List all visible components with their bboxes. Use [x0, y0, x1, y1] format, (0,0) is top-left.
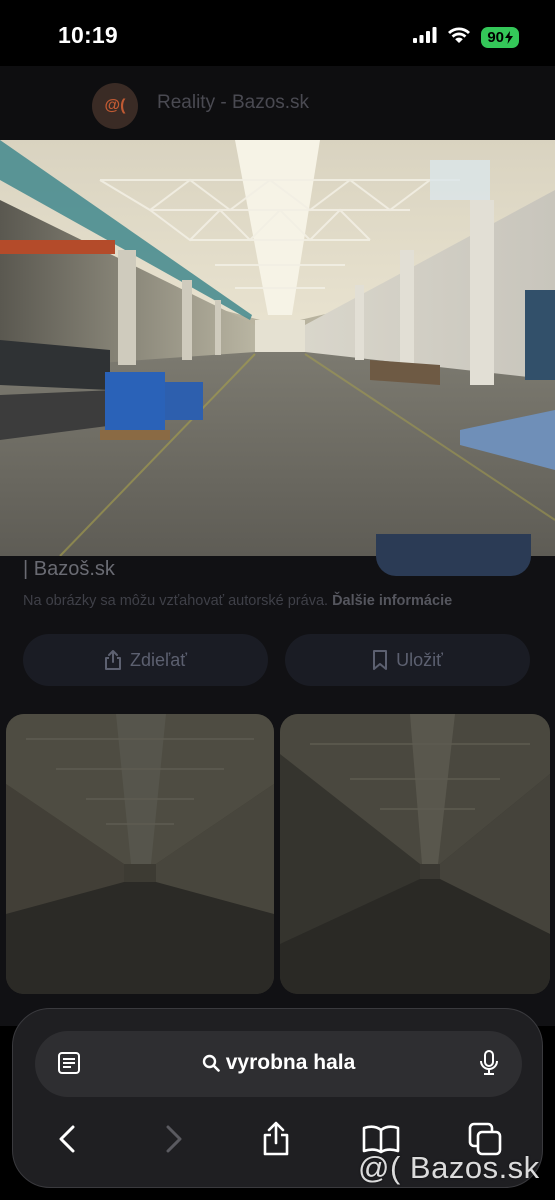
address-text: vyrobna hala — [225, 1051, 356, 1074]
copyright-text: Na obrázky sa môžu vzťahovať autorské pr… — [23, 593, 329, 609]
copyright-notice: Na obrázky sa môžu vzťahovať autorské pr… — [23, 593, 452, 609]
visit-button[interactable] — [376, 534, 531, 576]
site-header: @( Reality - Bazos.sk — [0, 66, 555, 140]
share-button[interactable] — [254, 1117, 298, 1161]
charging-bolt-icon — [505, 30, 513, 44]
battery-level: 90 — [487, 28, 504, 46]
related-image-thumbnail[interactable] — [280, 714, 550, 994]
page-content: @( Reality - Bazos.sk | Bazoš.sk Na obrá… — [0, 66, 555, 1026]
forward-button[interactable] — [152, 1117, 196, 1161]
hero-image[interactable] — [0, 140, 555, 556]
wifi-icon — [447, 26, 471, 49]
forward-icon — [166, 1125, 182, 1153]
bookmark-icon — [373, 650, 388, 670]
back-icon — [59, 1125, 75, 1153]
result-source: | Bazoš.sk — [23, 558, 115, 580]
related-image-thumbnail[interactable] — [6, 714, 274, 994]
status-icons: 90 — [413, 26, 519, 48]
more-info-link[interactable]: Ďalšie informácie — [332, 593, 452, 609]
cellular-signal-icon — [413, 26, 437, 48]
search-icon — [202, 1054, 220, 1072]
site-title[interactable]: Reality - Bazos.sk — [157, 92, 309, 114]
status-bar: 10:19 90 — [0, 0, 555, 66]
share-label: Zdieľať — [129, 649, 188, 670]
share-icon — [263, 1121, 289, 1156]
save-result-button[interactable]: Uložiť — [285, 634, 530, 686]
status-time: 10:19 — [58, 22, 118, 48]
save-label: Uložiť — [396, 649, 443, 670]
share-result-button[interactable]: Zdieľať — [23, 634, 268, 686]
share-icon — [104, 650, 121, 670]
site-favicon: @( — [92, 83, 138, 129]
battery-indicator: 90 — [481, 26, 519, 48]
watermark: @( Bazos.sk — [358, 1150, 540, 1185]
address-bar[interactable]: vyrobna hala — [35, 1031, 522, 1097]
microphone-icon[interactable] — [478, 1049, 500, 1082]
address-text-wrap: vyrobna hala — [35, 1051, 522, 1075]
back-button[interactable] — [45, 1117, 89, 1161]
